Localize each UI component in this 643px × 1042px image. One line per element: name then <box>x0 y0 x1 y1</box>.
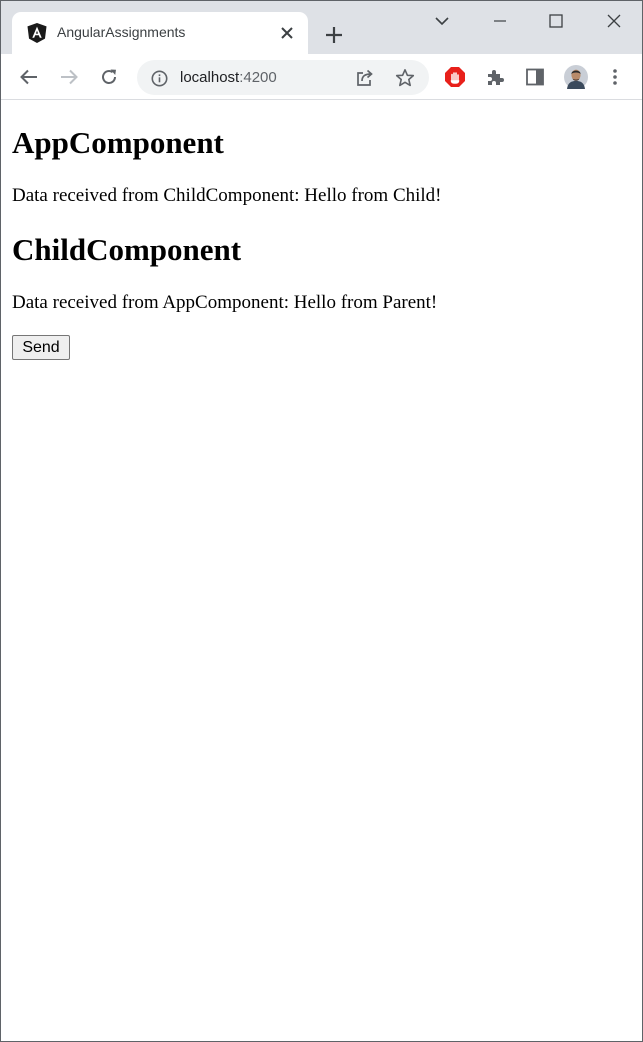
side-panel-icon[interactable] <box>520 62 550 92</box>
browser-window: AngularAssignments localhost:4200 AppCom… <box>0 0 643 1042</box>
menu-kebab-icon[interactable] <box>600 62 630 92</box>
close-window-icon[interactable] <box>597 7 631 35</box>
app-component-heading: AppComponent <box>12 125 224 160</box>
url-text: localhost:4200 <box>180 69 277 86</box>
tab-strip: AngularAssignments <box>1 1 642 54</box>
page-content: AppComponent Data received from ChildCom… <box>1 101 642 1041</box>
adblock-icon[interactable] <box>440 62 470 92</box>
new-tab-icon[interactable] <box>320 21 348 49</box>
url-port: :4200 <box>239 69 277 86</box>
reload-icon[interactable] <box>94 62 124 92</box>
profile-avatar[interactable] <box>561 62 591 92</box>
back-arrow-icon[interactable] <box>14 62 44 92</box>
child-component-heading: ChildComponent <box>12 232 242 267</box>
bookmark-star-icon[interactable] <box>393 66 417 90</box>
child-received-text: Data received from AppComponent: Hello f… <box>12 292 438 313</box>
app-received-text: Data received from ChildComponent: Hello… <box>12 185 442 206</box>
extensions-puzzle-icon[interactable] <box>480 62 510 92</box>
close-tab-icon[interactable] <box>277 23 297 43</box>
browser-toolbar: localhost:4200 <box>1 54 642 100</box>
url-host: localhost <box>180 69 240 86</box>
site-info-icon[interactable] <box>149 68 169 88</box>
maximize-icon[interactable] <box>539 7 573 35</box>
forward-arrow-icon[interactable] <box>54 62 84 92</box>
tab-search-icon[interactable] <box>425 7 459 35</box>
send-button[interactable]: Send <box>12 335 70 360</box>
tab-title: AngularAssignments <box>57 24 186 40</box>
share-icon[interactable] <box>353 66 377 90</box>
angular-icon <box>26 22 48 44</box>
tab-angular-assignments[interactable]: AngularAssignments <box>12 12 308 54</box>
address-bar[interactable]: localhost:4200 <box>137 60 429 95</box>
minimize-icon[interactable] <box>483 7 517 35</box>
